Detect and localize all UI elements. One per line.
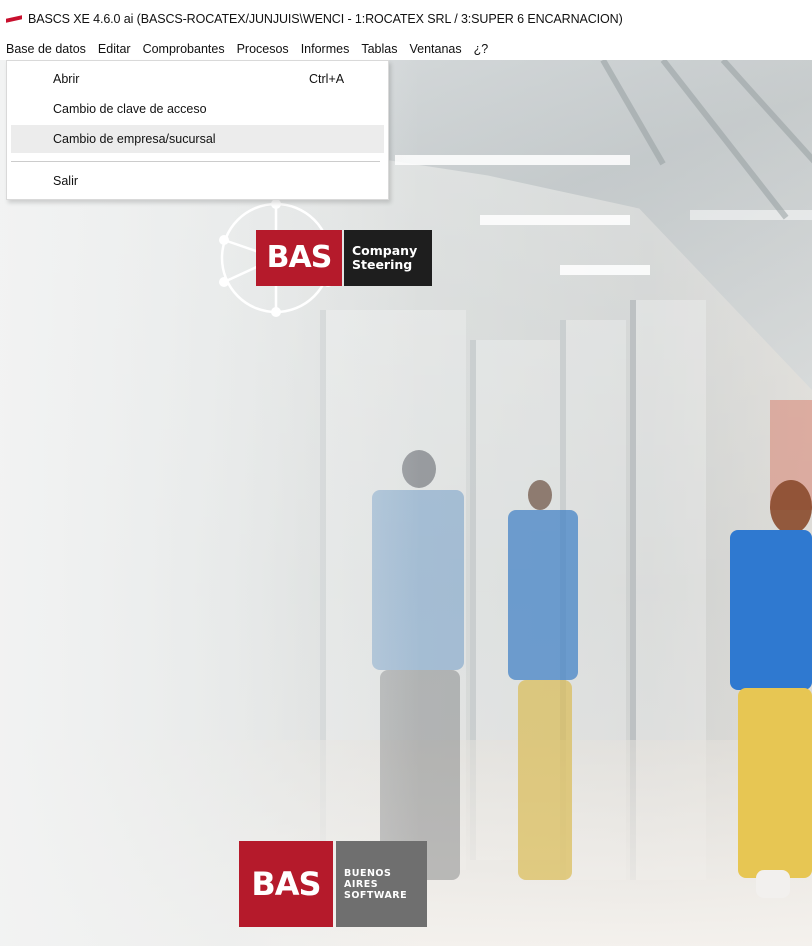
menu-item-shortcut: Ctrl+A — [309, 72, 345, 86]
company-steering-logo: BAS Company Steering — [214, 200, 438, 326]
buenos-aires-software-text: BUENOS AIRES SOFTWARE — [336, 841, 427, 927]
person-head — [528, 480, 552, 510]
menu-item-label: Salir — [53, 174, 79, 188]
menu-bar: Base de datos Editar Comprobantes Proces… — [0, 38, 812, 61]
buenos-aires-software-logo: BAS BUENOS AIRES SOFTWARE — [239, 841, 429, 927]
company-steering-text: Company Steering — [344, 230, 432, 286]
window-title: BASCS XE 4.6.0 ai (BASCS-ROCATEX/JUNJUIS… — [28, 12, 623, 26]
person-legs — [518, 680, 572, 880]
logo-line: BUENOS — [344, 867, 392, 879]
ceiling-light — [560, 265, 650, 275]
base-de-datos-menu: Abrir Ctrl+A Cambio de clave de acceso C… — [6, 60, 389, 200]
menu-item-label: Cambio de clave de acceso — [53, 102, 207, 116]
menu-editar[interactable]: Editar — [92, 38, 137, 60]
person-body — [508, 510, 578, 680]
app-icon[interactable] — [6, 14, 22, 24]
menu-comprobantes[interactable]: Comprobantes — [137, 38, 231, 60]
menu-item-salir[interactable]: Salir — [11, 167, 384, 195]
ceiling-light — [690, 210, 812, 220]
menu-item-label: Cambio de empresa/sucursal — [53, 132, 216, 146]
person-body — [730, 530, 812, 690]
menu-item-cambio-empresa[interactable]: Cambio de empresa/sucursal — [11, 125, 384, 153]
ceiling-light — [480, 215, 630, 225]
menu-ventanas[interactable]: Ventanas — [403, 38, 467, 60]
logo-line: Company — [352, 243, 418, 258]
person-shoe — [756, 870, 790, 898]
person-legs — [738, 688, 812, 878]
menu-separator — [11, 161, 380, 162]
ceiling-light — [395, 155, 630, 165]
bas-logo-mark: BAS — [256, 230, 342, 286]
menu-base-de-datos[interactable]: Base de datos — [0, 38, 92, 60]
menu-item-abrir[interactable]: Abrir Ctrl+A — [11, 65, 384, 93]
logo-line: SOFTWARE — [344, 889, 408, 901]
logo-line: Steering — [352, 257, 413, 272]
logo-line: AIRES — [344, 878, 379, 890]
menu-tablas[interactable]: Tablas — [355, 38, 403, 60]
person-head — [770, 480, 812, 534]
menu-procesos[interactable]: Procesos — [231, 38, 295, 60]
menu-help[interactable]: ¿? — [468, 38, 495, 60]
menu-item-label: Abrir — [53, 72, 80, 86]
menu-informes[interactable]: Informes — [295, 38, 356, 60]
title-bar: BASCS XE 4.6.0 ai (BASCS-ROCATEX/JUNJUIS… — [0, 0, 812, 38]
menu-item-cambio-clave[interactable]: Cambio de clave de acceso — [11, 95, 384, 123]
bas-logo-mark: BAS — [239, 841, 333, 927]
